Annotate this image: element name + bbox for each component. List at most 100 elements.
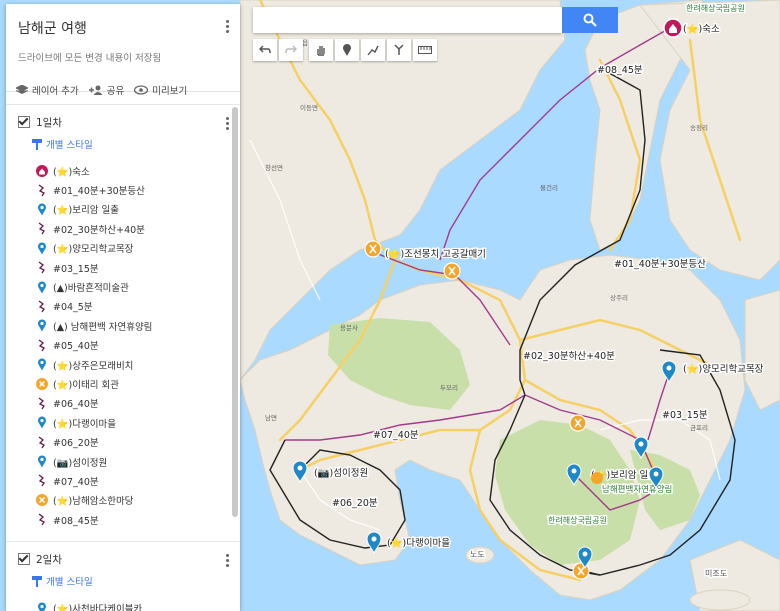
layer-visibility-checkbox[interactable]: [18, 116, 30, 128]
label-route-07: #07_40분: [373, 430, 419, 441]
layer-item[interactable]: (⭐)사천바다케이블카: [18, 598, 228, 611]
layer-name[interactable]: 2일차: [36, 552, 62, 567]
label-seomi: (📷)섬이정원: [314, 468, 368, 479]
add-layer-button[interactable]: 레이어 추가: [16, 83, 79, 97]
map-title[interactable]: 남해군 여행: [18, 18, 228, 38]
restaurant-marker-icon[interactable]: [364, 240, 382, 258]
measure-button[interactable]: [413, 39, 437, 61]
route-icon: [36, 474, 48, 488]
marker-blue-icon: [36, 241, 48, 255]
layer-item[interactable]: (⭐)상주은모래비치: [18, 355, 228, 374]
marker-blue-icon: [36, 280, 48, 294]
layer-item[interactable]: (⭐)보리암 일출: [18, 200, 228, 219]
search-box[interactable]: [253, 7, 562, 33]
label-route-01: #01_40분+30분등산: [614, 259, 706, 270]
layer-item[interactable]: (📷)섬이정원: [18, 452, 228, 471]
layer-item[interactable]: (⭐)다랭이마을: [18, 413, 228, 432]
layer-item[interactable]: #06_40분: [18, 394, 228, 413]
layer-item[interactable]: #01_40분+30분등산: [18, 180, 228, 199]
svg-text:상주리: 상주리: [610, 293, 628, 302]
undo-button[interactable]: [253, 39, 277, 61]
layer-style-link[interactable]: 개별 스타일: [32, 137, 228, 151]
route-icon: [36, 513, 48, 527]
layer-item[interactable]: #06_20분: [18, 432, 228, 451]
directions-icon: [394, 44, 404, 55]
layer-item-label: #01_40분+30분등산: [53, 186, 145, 198]
search-button[interactable]: [562, 7, 618, 33]
layer-day2: 2일차 개별 스타일 (⭐)사천바다케이블카: [6, 541, 240, 611]
layer-item-label: (▲)바람흔적미술관: [53, 283, 129, 295]
layer-visibility-checkbox[interactable]: [18, 553, 30, 566]
layer-items: (⭐)숙소 #01_40분+30분등산 (⭐)보리암 일출 #02_30분하산+40분…: [18, 161, 228, 529]
layer-name[interactable]: 1일차: [36, 115, 62, 130]
layer-item-label: #04_5분: [53, 302, 93, 314]
pan-tool-button[interactable]: [309, 39, 333, 61]
restaurant-marker-icon[interactable]: [443, 262, 461, 280]
save-status: 드라이브에 모든 변경 내용이 저장됨: [18, 53, 162, 64]
layer-item-label: #06_40분: [53, 399, 99, 411]
home-marker-icon: [36, 164, 48, 178]
layer-item-label: (📷)섬이정원: [53, 457, 108, 469]
layer-item-label: (⭐)상주은모래비치: [53, 360, 134, 372]
share-button[interactable]: 공유: [88, 83, 124, 97]
draw-line-button[interactable]: [361, 39, 385, 61]
label-route-06: #06_20분: [332, 498, 378, 509]
directions-button[interactable]: [387, 39, 411, 61]
layer-item[interactable]: #05_40분: [18, 336, 228, 355]
layer-item[interactable]: (⭐)양모리학교목장: [18, 239, 228, 258]
search-icon: [583, 13, 597, 27]
panel-toolbar: 레이어 추가 공유 미리보기: [6, 76, 240, 104]
scrollbar[interactable]: [232, 107, 238, 517]
marker-blue-icon: [36, 416, 48, 430]
marker-blue-icon: [36, 358, 48, 372]
layer-item[interactable]: (▲)바람흔적미술관: [18, 277, 228, 296]
preview-button[interactable]: 미리보기: [134, 83, 187, 97]
paint-roller-icon: [32, 138, 42, 150]
layer-item[interactable]: #07_40분: [18, 471, 228, 490]
layer-item[interactable]: #02_30분하산+40분: [18, 219, 228, 238]
layer-item-label: (⭐)이태리 회관: [53, 379, 119, 391]
home-marker-icon[interactable]: [663, 18, 683, 38]
layer-item[interactable]: (⭐)이태리 회관: [18, 374, 228, 393]
label-forest: 남해편백자연휴양림: [602, 484, 672, 495]
restaurant-marker-icon: [36, 377, 48, 391]
search-input[interactable]: [253, 7, 562, 33]
layer-item[interactable]: #03_15분: [18, 258, 228, 277]
label-route-08: #08_45분: [597, 65, 643, 76]
marker-icon: [343, 43, 351, 56]
layer-item-label: (⭐)양모리학교목장: [53, 244, 134, 256]
add-person-icon: [88, 85, 103, 95]
layer-style-link[interactable]: 개별 스타일: [32, 574, 228, 588]
layer-item-label: (⭐)남해암소한마당: [53, 496, 134, 508]
layer-item-label: #05_40분: [53, 341, 99, 353]
layer-options-icon[interactable]: [226, 554, 230, 568]
layer-item-label: #02_30분하산+40분: [53, 224, 145, 236]
paint-roller-icon: [32, 575, 42, 587]
marker-blue-icon: [36, 455, 48, 469]
layer-item[interactable]: #04_5분: [18, 297, 228, 316]
layer-item[interactable]: (⭐)남해암소한마당: [18, 491, 228, 510]
redo-button[interactable]: [279, 39, 303, 61]
layer-item[interactable]: (⭐)숙소: [18, 161, 228, 180]
star-marker-icon[interactable]: [591, 472, 603, 484]
layer-item-label: (⭐)다랭이마을: [53, 418, 116, 430]
layer-item[interactable]: #08_45분: [18, 510, 228, 529]
restaurant-marker-icon: [36, 493, 48, 507]
map-options-icon[interactable]: [226, 20, 230, 33]
restaurant-marker-icon[interactable]: [569, 414, 587, 432]
svg-text:두모리: 두모리: [440, 383, 458, 392]
label-route-02: #02_30분하산+40분: [523, 350, 615, 362]
label-ranch: (⭐)양모리학교목장: [683, 363, 764, 375]
label-darangi: (⭐)다랭이마을: [387, 537, 450, 549]
layer-item-label: #06_20분: [53, 438, 99, 450]
layer-item[interactable]: (▲) 남해편백 자연휴양림: [18, 316, 228, 335]
svg-text:창선면: 창선면: [265, 163, 283, 172]
marker-blue-icon: [36, 601, 48, 611]
style-link-label: 개별 스타일: [46, 577, 93, 589]
add-marker-button[interactable]: [335, 39, 359, 61]
layer-item-label: (⭐)사천바다케이블카: [53, 604, 143, 611]
style-link-label: 개별 스타일: [46, 140, 93, 151]
layer-day1: 1일차 개별 스타일 (⭐)숙소 #01_40분+30분등산 (⭐)보리암 일출 #0…: [6, 104, 240, 535]
draw-line-icon: [367, 45, 379, 56]
layer-options-icon[interactable]: [226, 117, 230, 130]
